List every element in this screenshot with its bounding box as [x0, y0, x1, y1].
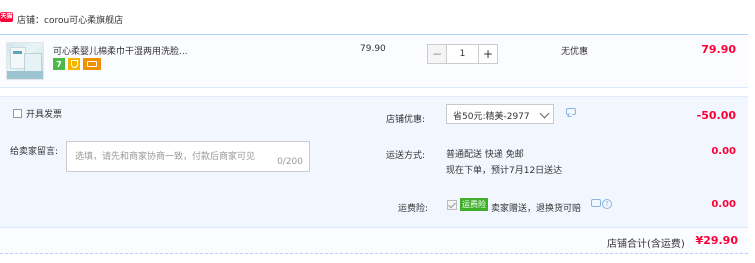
- credit-card-icon[interactable]: [83, 58, 101, 70]
- shipping-insurance-checkbox[interactable]: [447, 200, 457, 210]
- order-options-panel: 开具发票 给卖家留言: 选填，请先和商家协商一致，付款后商家可见 0/200 店…: [0, 96, 748, 228]
- shop-name[interactable]: 店铺：corou可心柔旗舰店: [17, 13, 123, 26]
- shop-total-amount: ¥29.90: [695, 234, 738, 247]
- invoice-option[interactable]: 开具发票: [13, 107, 62, 120]
- chat-bubble-icon[interactable]: [566, 108, 576, 115]
- service-icons: 7: [53, 58, 101, 70]
- product-thumbnail[interactable]: [6, 42, 44, 80]
- seller-message-input[interactable]: 选填，请先和商家协商一致，付款后商家可见 0/200: [66, 141, 310, 172]
- shop-total-label: 店铺合计(含运费): [607, 239, 685, 250]
- shop-discount-select[interactable]: 省50元:精美-2977: [446, 104, 554, 124]
- quantity-stepper: − 1 +: [427, 44, 498, 64]
- shipping-method-label: 运送方式:: [386, 151, 426, 161]
- invoice-checkbox[interactable]: [13, 109, 22, 118]
- shipping-insurance-label: 运费险:: [398, 204, 429, 214]
- help-icon[interactable]: ?: [602, 199, 612, 209]
- discount-amount: -50.00: [696, 109, 736, 122]
- 7-day-return-icon[interactable]: 7: [53, 58, 65, 70]
- shipping-method: 普通配送 快递 免邮: [446, 150, 524, 160]
- shipping-insurance-badge: 运费险: [460, 198, 488, 211]
- insurance-help[interactable]: ?: [591, 199, 612, 209]
- shop-discount-label: 店铺优惠:: [386, 115, 426, 125]
- cart-item-row: 可心柔婴儿棉柔巾干湿两用洗脸... 7 79.90 − 1 + 无优惠 79.9…: [0, 34, 748, 88]
- tmall-badge: 天猫: [0, 12, 13, 22]
- item-subtotal: 79.90: [701, 43, 736, 56]
- invoice-label: 开具发票: [26, 110, 63, 120]
- seller-message-placeholder: 选填，请先和商家协商一致，付款后商家可见: [75, 152, 256, 162]
- shop-total-row: 店铺合计(含运费) ¥29.90: [0, 228, 748, 254]
- message-char-count: 0/200: [277, 157, 303, 167]
- shop-discount-value: 省50元:精美-2977: [453, 112, 530, 122]
- chevron-down-icon: [539, 108, 550, 119]
- promotion-text: 无优惠: [561, 47, 589, 57]
- shipping-amount: 0.00: [711, 146, 736, 157]
- unit-price: 79.90: [360, 44, 386, 54]
- decrease-quantity-button[interactable]: −: [427, 44, 447, 64]
- shipping-insurance-amount: 0.00: [711, 199, 736, 210]
- quantity-input[interactable]: 1: [447, 44, 478, 64]
- increase-quantity-button[interactable]: +: [478, 44, 498, 64]
- seller-message-label: 给卖家留言:: [10, 147, 59, 157]
- delivery-estimate: 现在下单，预计7月12日送达: [446, 166, 563, 176]
- chat-bubble-icon[interactable]: [591, 199, 601, 207]
- shipping-insurance-text: 卖家赠送，退换货可赔: [491, 204, 582, 214]
- shield-guarantee-icon[interactable]: [68, 58, 80, 70]
- product-title[interactable]: 可心柔婴儿棉柔巾干湿两用洗脸...: [53, 44, 188, 57]
